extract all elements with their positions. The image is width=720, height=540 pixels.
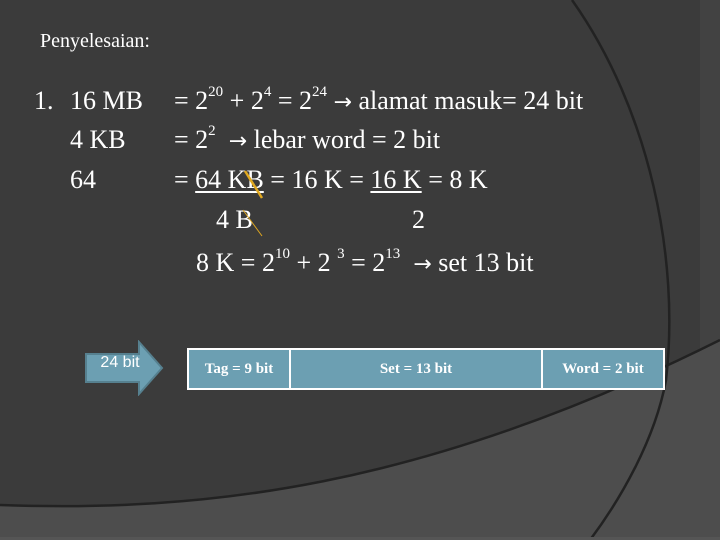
equation-line-1: = 220 + 24 = 224 → alamat masuk= 24 bit [174,84,584,115]
address-format-table: Tag = 9 bit Set = 13 bit Word = 2 bit [187,348,665,390]
tag-field: Tag = 9 bit [204,360,274,377]
equation-line-2: = 22 → lebar word = 2 bit [174,123,441,154]
right-arrow-icon: → [333,90,352,115]
right-arrow-icon: → [228,129,248,154]
item-number: 1. [34,86,54,115]
strike-through-mark [242,170,264,237]
fraction-numerator-2: 16 K [370,165,422,194]
set-field: Set = 13 bit [289,350,541,388]
label-4kb: 4 KB [70,125,126,154]
right-arrow-icon: → [413,252,432,277]
word-field: Word = 2 bit [541,350,663,388]
slide-title: Penyelesaian: [40,30,150,52]
label-64: 64 [70,165,96,194]
address-width-label: 24 bit [100,354,140,371]
equation-line-3: = 64 KB = 16 K = 16 K = 8 K [174,165,488,194]
fraction-denominator-2: 2 [412,205,425,234]
label-16mb: 16 MB [70,86,143,115]
equation-line-5: 8 K = 210 + 2 3 = 213 → set 13 bit [196,246,534,277]
